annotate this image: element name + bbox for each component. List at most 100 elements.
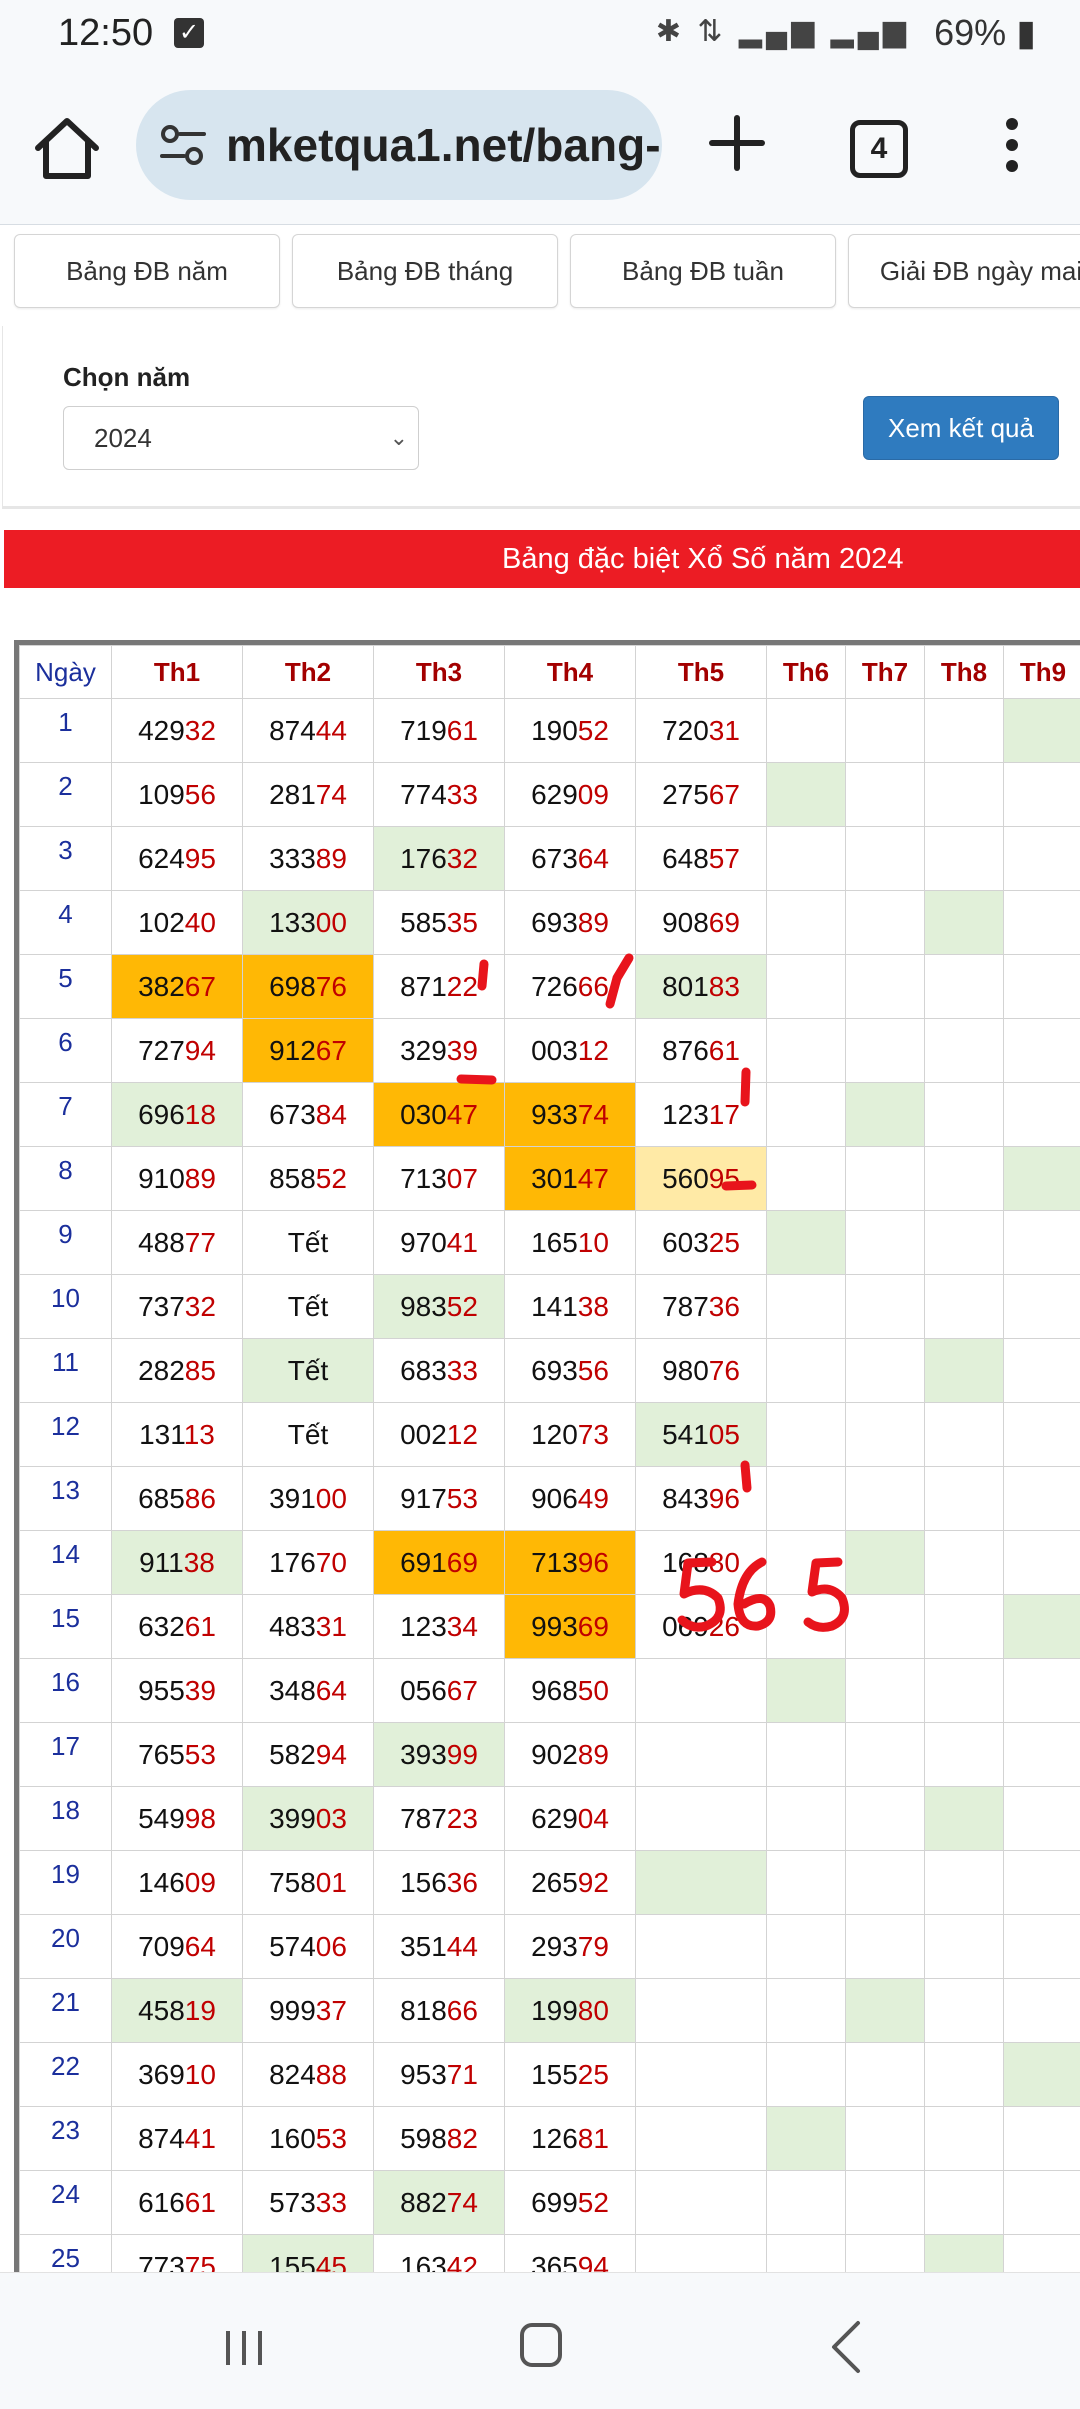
result-prefix: 953 [400,2059,447,2090]
result-prefix: 190 [531,715,578,746]
result-cell [767,1083,846,1147]
result-cell [636,1851,767,1915]
battery-level: 69% ▮ [934,12,1036,54]
view-results-button[interactable]: Xem kết quả [863,396,1059,460]
result-cell: 62904 [505,1787,636,1851]
result-cell: 26592 [505,1851,636,1915]
result-last-two-digits: 89 [185,1163,216,1194]
new-tab-icon[interactable] [706,112,768,174]
result-last-two-digits: 89 [578,907,609,938]
result-cell: 16880 [636,1531,767,1595]
result-cell [925,699,1004,763]
result-cell [1004,1467,1080,1531]
day-cell: 7 [20,1083,112,1147]
recent-apps-icon[interactable] [222,2327,266,2369]
result-prefix: 585 [400,907,447,938]
result-last-two-digits: 96 [709,1483,740,1514]
result-cell [1004,955,1080,1019]
result-cell: 98076 [636,1339,767,1403]
result-cell [846,1147,925,1211]
result-cell [925,1979,1004,2043]
result-cell: 77433 [374,763,505,827]
result-last-two-digits: 89 [578,1739,609,1770]
result-cell: 75801 [243,1851,374,1915]
result-cell [925,1403,1004,1467]
result-cell: 06926 [636,1595,767,1659]
result-cell [767,1467,846,1531]
result-last-two-digits: 66 [447,1995,478,2026]
result-cell [846,1531,925,1595]
site-settings-icon[interactable] [158,120,208,170]
result-cell: 70964 [112,1915,243,1979]
result-last-two-digits: 66 [578,971,609,1002]
result-cell [925,1915,1004,1979]
result-cell: 13300 [243,891,374,955]
result-prefix: 726 [531,971,578,1002]
more-menu-icon[interactable] [992,114,1032,184]
result-last-two-digits: 96 [578,1547,609,1578]
result-prefix: 146 [138,1867,185,1898]
year-select[interactable]: 2024 ⌄ [63,406,419,470]
tab-switcher-button[interactable]: 4 [850,120,908,178]
result-cell [925,2107,1004,2171]
result-last-two-digits: 69 [447,1547,478,1578]
result-prefix: 843 [662,1483,709,1514]
result-cell [636,1915,767,1979]
result-cell [925,827,1004,891]
results-table-container[interactable]: NgàyTh1Th2Th3Th4Th5Th6Th7Th8Th9 14293287… [14,640,1080,2277]
result-last-two-digits: 53 [185,1739,216,1770]
result-cell: 59882 [374,2107,505,2171]
result-cell [846,891,925,955]
address-bar[interactable]: mketqua1.net/bang- [136,90,662,200]
result-prefix: 603 [662,1227,709,1258]
result-last-two-digits: 44 [447,1931,478,1962]
result-cell [1004,891,1080,955]
result-cell: 71396 [505,1531,636,1595]
day-cell: 4 [20,891,112,955]
result-last-two-digits: 49 [578,1483,609,1514]
day-cell: 11 [20,1339,112,1403]
result-prefix: 673 [531,843,578,874]
result-prefix: 393 [400,1739,447,1770]
result-last-two-digits: 09 [578,779,609,810]
result-prefix: 629 [531,779,578,810]
result-last-two-digits: 12 [447,1419,478,1450]
result-last-two-digits: 74 [316,779,347,810]
result-cell [925,763,1004,827]
result-cell: 38267 [112,955,243,1019]
home-nav-icon[interactable] [520,2323,562,2367]
result-cell [767,2235,846,2278]
result-prefix: 109 [138,779,185,810]
result-prefix: 582 [269,1739,316,1770]
year-selected-value: 2024 [94,423,152,454]
result-cell [925,1339,1004,1403]
result-last-two-digits: 74 [447,2187,478,2218]
home-icon[interactable] [30,112,104,186]
result-cell [767,2171,846,2235]
day-cell: 13 [20,1467,112,1531]
result-cell: 58294 [243,1723,374,1787]
tab-yearly[interactable]: Bảng ĐB năm [14,234,280,308]
day-cell: 22 [20,2043,112,2107]
result-cell [846,1275,925,1339]
column-header-month: Th1 [112,646,243,699]
result-last-two-digits: 67 [447,1675,478,1706]
tab-weekly[interactable]: Bảng ĐB tuần [570,234,836,308]
table-row: 89108985852713073014756095 [20,1147,1080,1211]
tab-tomorrow[interactable]: Giải ĐB ngày mai [848,234,1080,308]
result-prefix: 265 [531,1867,578,1898]
result-cell [767,1275,846,1339]
table-row: 136858639100917539064984396 [20,1467,1080,1531]
result-last-two-digits: 26 [709,1611,740,1642]
back-icon[interactable] [828,2319,864,2375]
result-cell [767,1723,846,1787]
result-last-two-digits: 50 [578,1675,609,1706]
tab-monthly[interactable]: Bảng ĐB tháng [292,234,558,308]
status-icons: ✱ ⇅ ▂▄▆ ▂▄▆ [656,14,910,49]
result-prefix: 874 [138,2123,185,2154]
result-cell: 93374 [505,1083,636,1147]
result-last-two-digits: 38 [578,1291,609,1322]
column-header-month: Th5 [636,646,767,699]
result-last-two-digits: 03 [316,1803,347,1834]
result-cell [767,1915,846,1979]
